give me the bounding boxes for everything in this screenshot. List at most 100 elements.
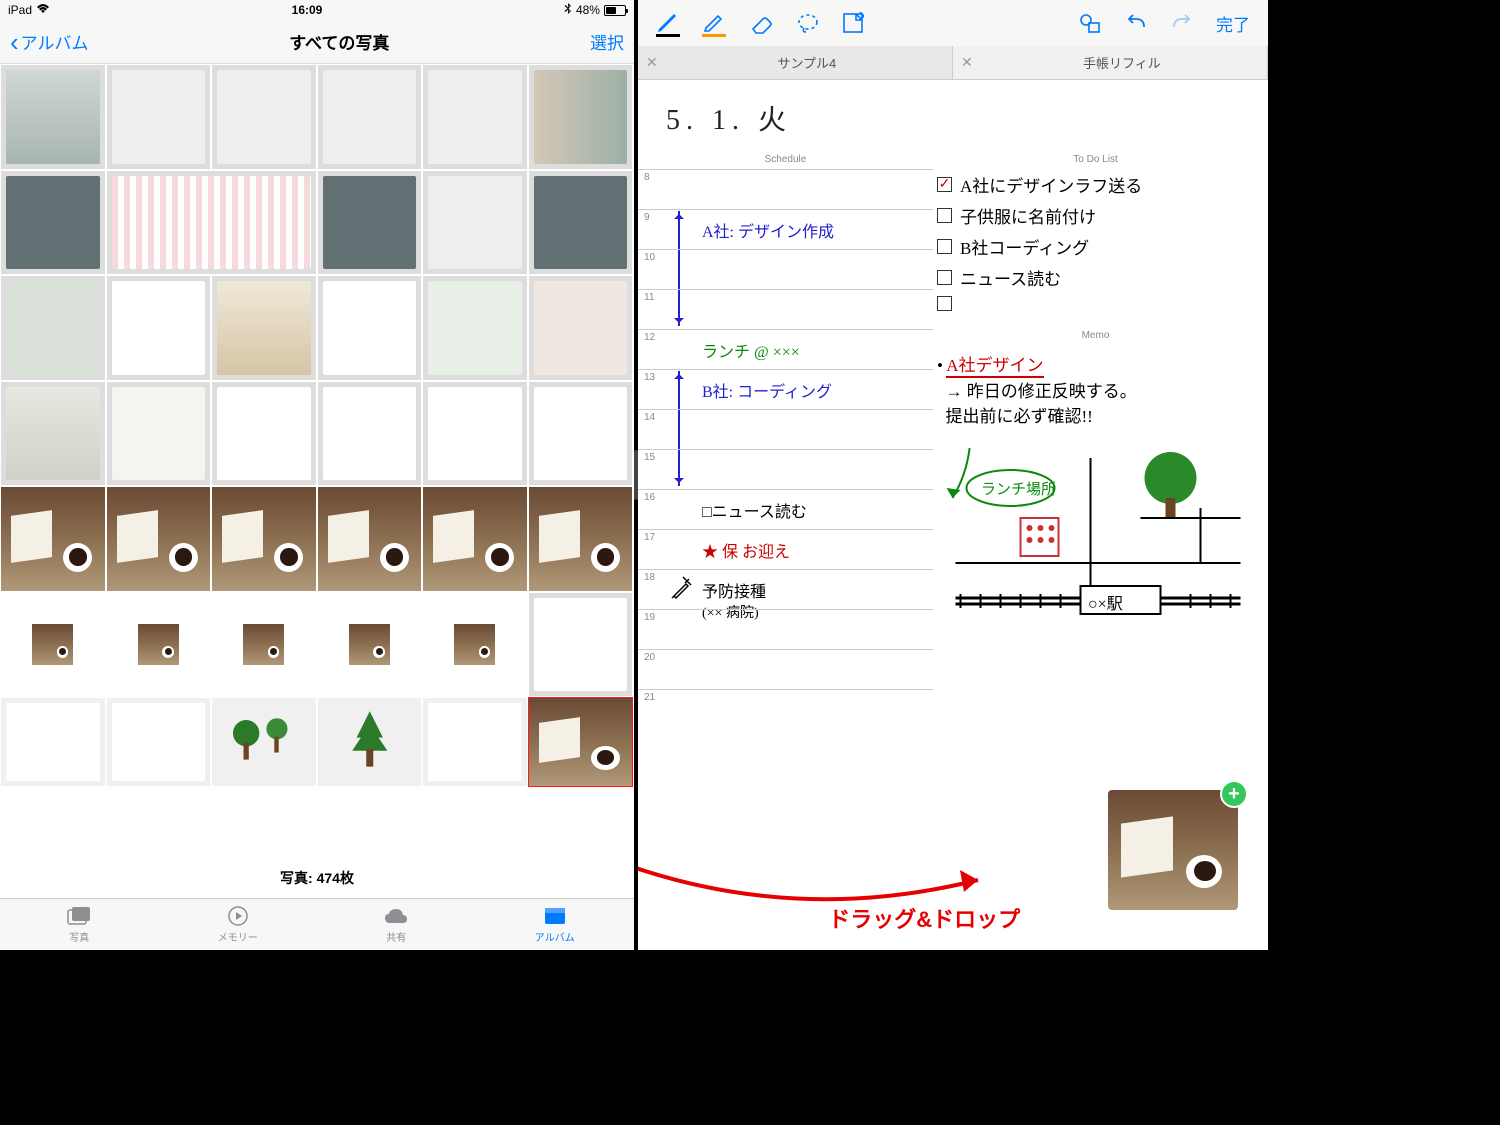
add-badge-icon: +	[1220, 780, 1248, 808]
photo-thumb[interactable]	[317, 275, 423, 381]
todo-item[interactable]: ✓A社にデザインラフ送る	[937, 169, 1254, 200]
schedule-row: 17★ 保 お迎え	[638, 529, 933, 569]
photo-thumb[interactable]	[211, 486, 317, 592]
photo-thumb[interactable]	[211, 592, 317, 698]
syringe-icon	[668, 576, 694, 607]
close-icon[interactable]: ✕	[961, 54, 973, 71]
checkbox-icon[interactable]	[937, 208, 952, 223]
back-button[interactable]: ‹ アルバム	[10, 29, 89, 55]
checkbox-icon[interactable]	[937, 239, 952, 254]
photo-thumb[interactable]	[422, 486, 528, 592]
photo-thumb[interactable]	[422, 64, 528, 170]
photos-tabbar: 写真 メモリー 共有 アルバム	[0, 898, 634, 950]
photo-grid[interactable]	[0, 64, 634, 858]
photo-thumb[interactable]	[317, 697, 423, 787]
todo-item[interactable]	[937, 293, 1254, 314]
schedule-entry: ランチ @ ×××	[702, 338, 800, 362]
photo-thumb[interactable]	[528, 64, 634, 170]
select-button[interactable]: 選択	[590, 29, 624, 54]
photo-thumb[interactable]	[528, 592, 634, 698]
checkbox-icon[interactable]	[937, 296, 952, 311]
text-tool[interactable]	[842, 12, 864, 34]
photo-thumb[interactable]	[317, 592, 423, 698]
schedule-row: 14	[638, 409, 933, 449]
photo-thumb[interactable]	[0, 592, 106, 698]
photo-thumb[interactable]	[528, 381, 634, 487]
photo-thumb[interactable]	[422, 275, 528, 381]
map-lunch-label: ランチ場所	[981, 478, 1056, 499]
shapes-tool[interactable]	[1078, 12, 1102, 34]
photo-thumb-selected[interactable]	[528, 697, 634, 787]
redo-button[interactable]	[1170, 13, 1194, 33]
schedule-row: 15	[638, 449, 933, 489]
checkbox-icon[interactable]: ✓	[937, 177, 952, 192]
tab-photos[interactable]: 写真	[0, 899, 159, 950]
tab-shared[interactable]: 共有	[317, 899, 476, 950]
eraser-tool[interactable]	[748, 12, 774, 34]
doctab-sample4[interactable]: ✕ サンプル4	[638, 46, 953, 79]
albums-icon	[542, 905, 568, 927]
hand-drawn-map: ランチ場所 ○×駅	[933, 448, 1258, 658]
lasso-tool[interactable]	[796, 12, 820, 34]
photo-thumb[interactable]	[0, 64, 106, 170]
checkbox-icon[interactable]	[937, 270, 952, 285]
todo-item[interactable]: ニュース読む	[937, 262, 1254, 293]
photo-thumb[interactable]	[106, 697, 212, 787]
note-toolbar: 完了	[638, 0, 1268, 46]
dropped-photo[interactable]: +	[1108, 790, 1238, 910]
schedule-row: 9A社: デザイン作成	[638, 209, 933, 249]
schedule-row: 8	[638, 169, 933, 209]
photo-thumb[interactable]	[106, 486, 212, 592]
photo-thumb[interactable]	[211, 275, 317, 381]
photo-thumb[interactable]	[528, 275, 634, 381]
schedule-row: 21	[638, 689, 933, 729]
doctab-refill[interactable]: ✕ 手帳リフィル	[953, 46, 1268, 79]
photo-thumb[interactable]	[0, 170, 106, 276]
done-button[interactable]: 完了	[1216, 11, 1250, 36]
schedule-heading: Schedule	[638, 150, 933, 169]
schedule-row: 12ランチ @ ×××	[638, 329, 933, 369]
highlighter-tool[interactable]	[702, 10, 726, 37]
tab-memories[interactable]: メモリー	[159, 899, 318, 950]
right-column: To Do List ✓A社にデザインラフ送る 子供服に名前付け B社コーディン…	[933, 80, 1268, 950]
photo-thumb[interactable]	[0, 275, 106, 381]
photo-thumb[interactable]	[106, 64, 212, 170]
photo-thumb[interactable]	[317, 64, 423, 170]
photos-navbar: ‹ アルバム すべての写真 選択	[0, 20, 634, 64]
photo-thumb[interactable]	[422, 697, 528, 787]
photo-thumb[interactable]	[211, 64, 317, 170]
pen-tool[interactable]	[656, 10, 680, 37]
photo-thumb[interactable]	[211, 381, 317, 487]
schedule-row: 11	[638, 289, 933, 329]
photo-thumb[interactable]	[317, 170, 423, 276]
todo-item[interactable]: 子供服に名前付け	[937, 200, 1254, 231]
photo-thumb[interactable]	[528, 170, 634, 276]
photo-thumb[interactable]	[106, 592, 212, 698]
photo-thumb[interactable]	[106, 275, 212, 381]
photo-thumb[interactable]	[422, 170, 528, 276]
handwritten-date: 5. 1. 火	[666, 98, 792, 138]
todo-item[interactable]: B社コーディング	[937, 231, 1254, 262]
close-icon[interactable]: ✕	[646, 54, 658, 71]
photo-thumb[interactable]	[211, 697, 317, 787]
photo-thumb[interactable]	[317, 381, 423, 487]
back-label: アルバム	[21, 29, 89, 54]
photo-thumb[interactable]	[106, 170, 317, 276]
note-app: 完了 ✕ サンプル4 ✕ 手帳リフィル 5. 1. 火 Schedule 8 9…	[638, 0, 1268, 950]
photo-thumb[interactable]	[422, 381, 528, 487]
undo-button[interactable]	[1124, 13, 1148, 33]
photo-thumb[interactable]	[0, 381, 106, 487]
tab-albums[interactable]: アルバム	[476, 899, 635, 950]
memo-title: A社デザイン	[946, 356, 1043, 378]
todo-list: ✓A社にデザインラフ送る 子供服に名前付け B社コーディング ニュース読む	[933, 169, 1258, 314]
photo-thumb[interactable]	[0, 486, 106, 592]
photo-thumb[interactable]	[0, 697, 106, 787]
photo-thumb[interactable]	[422, 592, 528, 698]
photo-thumb[interactable]	[528, 486, 634, 592]
cloud-icon	[383, 905, 409, 927]
photo-thumb[interactable]	[317, 486, 423, 592]
schedule-entry: B社: コーディング	[702, 378, 832, 402]
status-bar: iPad 16:09 48%	[0, 0, 634, 20]
note-canvas[interactable]: 5. 1. 火 Schedule 8 9A社: デザイン作成 10 11 12ラ…	[638, 80, 1268, 950]
photo-thumb[interactable]	[106, 381, 212, 487]
